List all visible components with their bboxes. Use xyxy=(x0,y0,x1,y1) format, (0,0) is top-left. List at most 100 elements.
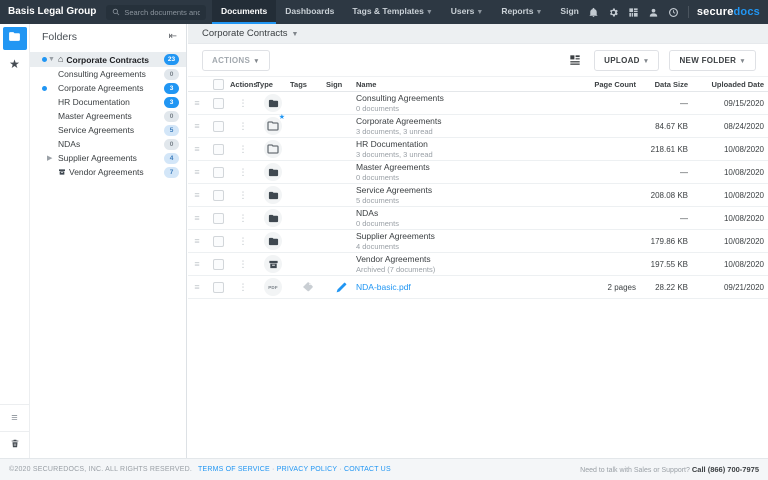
row-actions-menu-icon[interactable]: ⋮ xyxy=(230,282,256,293)
collapse-sidebar-icon[interactable]: ⇤ xyxy=(169,32,177,42)
settings-gear-icon[interactable] xyxy=(608,6,620,18)
new-folder-button[interactable]: NEW FOLDER▼ xyxy=(669,50,756,71)
table-header-row: Actions Type Tags Sign Name Page Count D… xyxy=(188,76,768,92)
footer-link[interactable]: TERMS OF SERVICE xyxy=(198,466,270,473)
drag-handle-icon[interactable]: ≡ xyxy=(188,167,206,177)
favorites-star-icon[interactable]: ★ xyxy=(9,58,20,70)
data-size-cell: — xyxy=(636,214,688,223)
row-checkbox[interactable] xyxy=(213,144,224,155)
folder-tree-item[interactable]: Corporate Agreements 3 xyxy=(30,81,186,95)
drag-handle-icon[interactable]: ≡ xyxy=(188,190,206,200)
notifications-bell-icon[interactable] xyxy=(588,6,600,18)
drag-handle-icon[interactable]: ≡ xyxy=(188,282,206,292)
row-checkbox[interactable] xyxy=(213,282,224,293)
nav-item[interactable]: Users▼ xyxy=(442,0,493,24)
folder-tree-item[interactable]: HR Documentation 3 xyxy=(30,95,186,109)
apps-grid-icon[interactable] xyxy=(628,6,640,18)
folder-tree-item[interactable]: Service Agreements 5 xyxy=(30,123,186,137)
row-name[interactable]: NDAs xyxy=(356,208,550,219)
table-row[interactable]: ≡ ⋮ NDAs 0 documents — 10/08/2020 xyxy=(188,207,768,230)
row-name[interactable]: Supplier Agreements xyxy=(356,231,550,242)
table-row[interactable]: ≡ ⋮ Service Agreements 5 documents 208.0… xyxy=(188,184,768,207)
row-actions-menu-icon[interactable]: ⋮ xyxy=(230,213,256,224)
chevron-down-icon[interactable]: ▼ xyxy=(48,56,55,63)
folder-count-badge: 3 xyxy=(164,83,179,94)
row-name[interactable]: Vendor Agreements xyxy=(356,254,550,265)
drag-handle-icon[interactable]: ≡ xyxy=(188,236,206,246)
table-row[interactable]: ≡ ⋮ Supplier Agreements 4 documents 179.… xyxy=(188,230,768,253)
row-checkbox[interactable] xyxy=(213,236,224,247)
table-row[interactable]: ≡ ⋮ Consulting Agreements 0 documents — … xyxy=(188,92,768,115)
nav-item[interactable]: Sign xyxy=(551,0,587,24)
nav-item[interactable]: Documents xyxy=(212,0,276,24)
upload-button[interactable]: UPLOAD▼ xyxy=(594,50,659,71)
folder-tree-children: Consulting Agreements 0 Corporate Agreem… xyxy=(30,67,186,179)
row-actions-menu-icon[interactable]: ⋮ xyxy=(230,236,256,247)
sign-pen-icon[interactable] xyxy=(326,281,356,294)
folder-tree-item[interactable]: Master Agreements 0 xyxy=(30,109,186,123)
drag-handle-icon[interactable]: ≡ xyxy=(188,259,206,269)
breadcrumb[interactable]: Corporate Contracts▼ xyxy=(202,28,298,39)
uploaded-date-cell: 10/08/2020 xyxy=(688,214,764,223)
nav-item[interactable]: Reports▼ xyxy=(492,0,551,24)
row-actions-menu-icon[interactable]: ⋮ xyxy=(230,98,256,109)
chevron-right-icon[interactable]: ▶ xyxy=(47,154,52,162)
rail-list-view-button[interactable]: ≡ xyxy=(0,404,29,431)
drag-handle-icon[interactable]: ≡ xyxy=(188,98,206,108)
uploaded-date-cell: 08/24/2020 xyxy=(688,122,764,131)
row-actions-menu-icon[interactable]: ⋮ xyxy=(230,121,256,132)
row-checkbox[interactable] xyxy=(213,167,224,178)
folder-tree-item[interactable]: NDAs 0 xyxy=(30,137,186,151)
folder-label: Supplier Agreements xyxy=(58,153,137,163)
row-checkbox[interactable] xyxy=(213,121,224,132)
folder-tree-item[interactable]: Vendor Agreements 7 xyxy=(30,165,186,179)
unread-star-icon: ★ xyxy=(279,114,285,121)
uploaded-date-cell: 10/08/2020 xyxy=(688,168,764,177)
nav-item[interactable]: Tags & Templates▼ xyxy=(343,0,441,24)
folder-count-badge: 0 xyxy=(164,111,179,122)
table-row[interactable]: ≡ ⋮ Master Agreements 0 documents — 10/0… xyxy=(188,161,768,184)
select-all-checkbox[interactable] xyxy=(213,79,224,90)
table-row[interactable]: ≡ ⋮ HR Documentation 3 documents, 3 unre… xyxy=(188,138,768,161)
table-row[interactable]: ≡ ⋮ PDF NDA-basic.pdf 2 pages 28.22 KB 0… xyxy=(188,276,768,299)
footer-link[interactable]: PRIVACY POLICY xyxy=(277,466,337,473)
col-page-count: Page Count xyxy=(550,80,636,89)
help-icon[interactable] xyxy=(668,6,680,18)
row-subtitle: Archived (7 documents) xyxy=(356,265,550,274)
nav-item[interactable]: Dashboards xyxy=(276,0,343,24)
drag-handle-icon[interactable]: ≡ xyxy=(188,213,206,223)
table-row[interactable]: ≡ ⋮ ★ Corporate Agreements 3 documents, … xyxy=(188,115,768,138)
row-checkbox[interactable] xyxy=(213,98,224,109)
view-toggle-icon[interactable] xyxy=(566,51,584,69)
row-actions-menu-icon[interactable]: ⋮ xyxy=(230,144,256,155)
row-checkbox[interactable] xyxy=(213,259,224,270)
rail-trash-button[interactable] xyxy=(0,431,29,458)
search-input[interactable] xyxy=(106,5,206,20)
row-name[interactable]: Consulting Agreements xyxy=(356,93,550,104)
row-name[interactable]: Service Agreements xyxy=(356,185,550,196)
drag-handle-icon[interactable]: ≡ xyxy=(188,144,206,154)
rail-folders-tab[interactable] xyxy=(3,27,27,50)
row-actions-menu-icon[interactable]: ⋮ xyxy=(230,190,256,201)
row-checkbox[interactable] xyxy=(213,213,224,224)
folder-tree-root[interactable]: ▼ ⌂ Corporate Contracts 23 xyxy=(30,52,186,67)
row-name[interactable]: NDA-basic.pdf xyxy=(356,282,550,293)
user-account-icon[interactable] xyxy=(648,6,660,18)
folder-icon xyxy=(8,30,21,48)
folder-tree-item[interactable]: Consulting Agreements 0 xyxy=(30,67,186,81)
row-actions-menu-icon[interactable]: ⋮ xyxy=(230,167,256,178)
row-actions-menu-icon[interactable]: ⋮ xyxy=(230,259,256,270)
row-name[interactable]: Corporate Agreements xyxy=(356,116,550,127)
data-size-cell: 28.22 KB xyxy=(636,283,688,292)
folder-tree-item[interactable]: ▶ Supplier Agreements 4 xyxy=(30,151,186,165)
row-name[interactable]: HR Documentation xyxy=(356,139,550,150)
row-checkbox[interactable] xyxy=(213,190,224,201)
search-icon xyxy=(112,3,120,21)
search-field[interactable] xyxy=(124,8,200,17)
table-row[interactable]: ≡ ⋮ Vendor Agreements Archived (7 docume… xyxy=(188,253,768,276)
actions-button[interactable]: ACTIONS▼ xyxy=(202,50,270,71)
drag-handle-icon[interactable]: ≡ xyxy=(188,121,206,131)
folders-sidebar: Folders ⇤ ▼ ⌂ Corporate Contracts 23 Con… xyxy=(30,24,187,458)
footer-link[interactable]: CONTACT US xyxy=(344,466,391,473)
row-name[interactable]: Master Agreements xyxy=(356,162,550,173)
